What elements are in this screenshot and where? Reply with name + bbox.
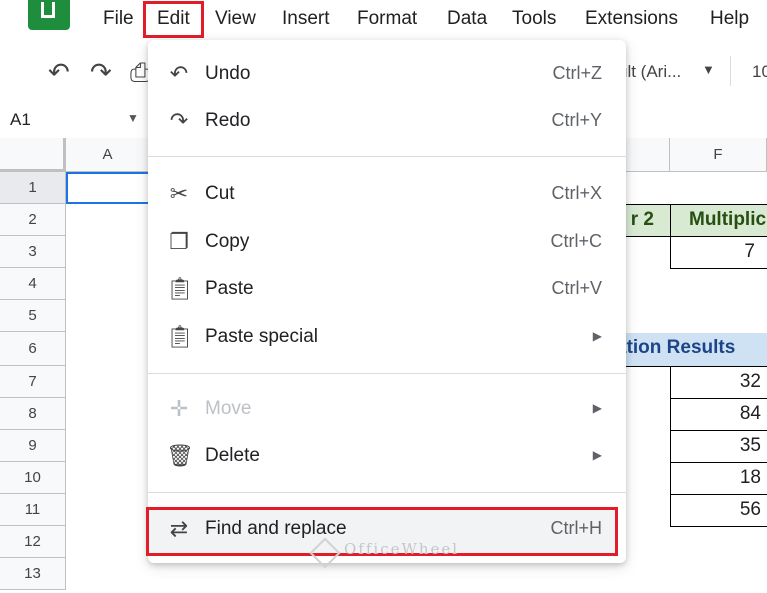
row-header[interactable]: 5 <box>0 300 66 332</box>
menu-item-move[interactable]: ✛ Move ▶ <box>148 390 626 430</box>
edit-menu-dropdown: ↶ Undo Ctrl+Z ↷ Redo Ctrl+Y ✂ Cut Ctrl+X… <box>146 40 626 563</box>
trash-icon: 🗑︎ <box>166 443 194 468</box>
menu-file[interactable]: File <box>103 8 134 30</box>
scissors-icon: ✂ <box>169 181 189 206</box>
menu-divider <box>148 156 626 157</box>
menu-help[interactable]: Help <box>710 8 749 30</box>
menu-divider <box>148 492 626 493</box>
chevron-down-icon[interactable]: ▼ <box>702 62 715 77</box>
menu-item-label: Redo <box>205 110 251 131</box>
row-header[interactable]: 7 <box>0 366 66 398</box>
menu-item-label: Paste special <box>205 326 319 347</box>
chevron-down-icon[interactable]: ▼ <box>127 111 139 125</box>
select-all-corner[interactable] <box>0 138 66 172</box>
menu-item-paste-special[interactable]: 📋︎ Paste special ▶ <box>148 318 626 358</box>
sheets-logo-icon[interactable] <box>28 0 70 30</box>
row-header[interactable]: 10 <box>0 462 66 494</box>
undo-icon[interactable]: ↶ <box>48 57 70 88</box>
menu-item-shortcut: Ctrl+C <box>550 231 602 251</box>
row-header[interactable]: 6 <box>0 332 66 366</box>
menu-item-paste[interactable]: 📋︎ Paste Ctrl+V <box>148 270 626 310</box>
menu-divider <box>148 373 626 374</box>
result-cell[interactable]: 18 <box>670 462 767 495</box>
menu-insert[interactable]: Insert <box>282 8 330 30</box>
clipboard-icon: 📋︎ <box>166 276 194 301</box>
menu-data[interactable]: Data <box>447 8 487 30</box>
menu-item-copy[interactable]: ❐ Copy Ctrl+C <box>148 223 626 263</box>
toolbar-divider <box>730 56 731 86</box>
row-header[interactable]: 9 <box>0 430 66 462</box>
row-header[interactable]: 4 <box>0 268 66 300</box>
menu-item-shortcut: Ctrl+Y <box>551 110 602 130</box>
row-header[interactable]: 12 <box>0 526 66 558</box>
find-replace-icon: ⇄ <box>169 516 189 541</box>
move-icon: ✛ <box>169 396 189 421</box>
menu-item-redo[interactable]: ↷ Redo Ctrl+Y <box>148 102 626 142</box>
menu-tools[interactable]: Tools <box>512 8 556 30</box>
menu-item-label: Paste <box>205 278 254 299</box>
row-header[interactable]: 1 <box>0 172 66 204</box>
value-cell[interactable]: 7 <box>670 236 767 269</box>
submenu-arrow-icon: ▶ <box>592 448 602 462</box>
menu-item-shortcut: Ctrl+Z <box>552 63 603 83</box>
header-cell-multiplication[interactable]: Multiplic <box>670 204 767 237</box>
menu-extensions[interactable]: Extensions <box>585 8 678 30</box>
name-box[interactable]: A1 <box>10 110 31 130</box>
redo-icon[interactable]: ↷ <box>90 57 112 88</box>
menu-item-label: Cut <box>205 183 235 204</box>
menu-view[interactable]: View <box>215 8 256 30</box>
column-header-f[interactable]: F <box>670 138 767 172</box>
menu-item-shortcut: Ctrl+H <box>550 518 602 538</box>
active-cell-a1[interactable] <box>66 172 150 204</box>
redo-icon: ↷ <box>169 108 189 133</box>
menu-item-delete[interactable]: 🗑︎ Delete ▶ <box>148 437 626 477</box>
clipboard-icon: 📋︎ <box>166 324 194 349</box>
menu-item-undo[interactable]: ↶ Undo Ctrl+Z <box>148 55 626 95</box>
row-header[interactable]: 8 <box>0 398 66 430</box>
font-family-select[interactable]: ult (Ari... <box>618 62 681 82</box>
result-cell[interactable]: 56 <box>670 494 767 527</box>
menu-item-shortcut: Ctrl+X <box>551 183 602 203</box>
copy-icon: ❐ <box>169 229 189 254</box>
menu-bar: File Edit View Insert Format Data Tools … <box>0 0 767 42</box>
menu-item-label: Delete <box>205 445 260 466</box>
submenu-arrow-icon: ▶ <box>592 401 602 415</box>
watermark-text: OfficeWheel <box>344 540 460 558</box>
submenu-arrow-icon: ▶ <box>592 329 602 343</box>
menu-item-label: Find and replace <box>205 518 347 539</box>
row-header[interactable]: 13 <box>0 558 66 590</box>
menu-item-cut[interactable]: ✂ Cut Ctrl+X <box>148 175 626 215</box>
row-header[interactable]: 3 <box>0 236 66 268</box>
result-cell[interactable]: 84 <box>670 398 767 431</box>
menu-item-shortcut: Ctrl+V <box>551 278 602 298</box>
edit-highlight-box <box>143 1 204 38</box>
undo-icon: ↶ <box>169 61 189 86</box>
row-header[interactable]: 2 <box>0 204 66 236</box>
result-cell[interactable]: 32 <box>670 366 767 399</box>
row-header[interactable]: 11 <box>0 494 66 526</box>
menu-item-label: Move <box>205 398 252 419</box>
result-cell[interactable]: 35 <box>670 430 767 463</box>
menu-item-label: Copy <box>205 231 250 252</box>
font-size-input[interactable]: 10 <box>752 62 767 82</box>
menu-format[interactable]: Format <box>357 8 417 30</box>
column-header-a[interactable]: A <box>66 138 150 172</box>
menu-item-label: Undo <box>205 63 251 84</box>
